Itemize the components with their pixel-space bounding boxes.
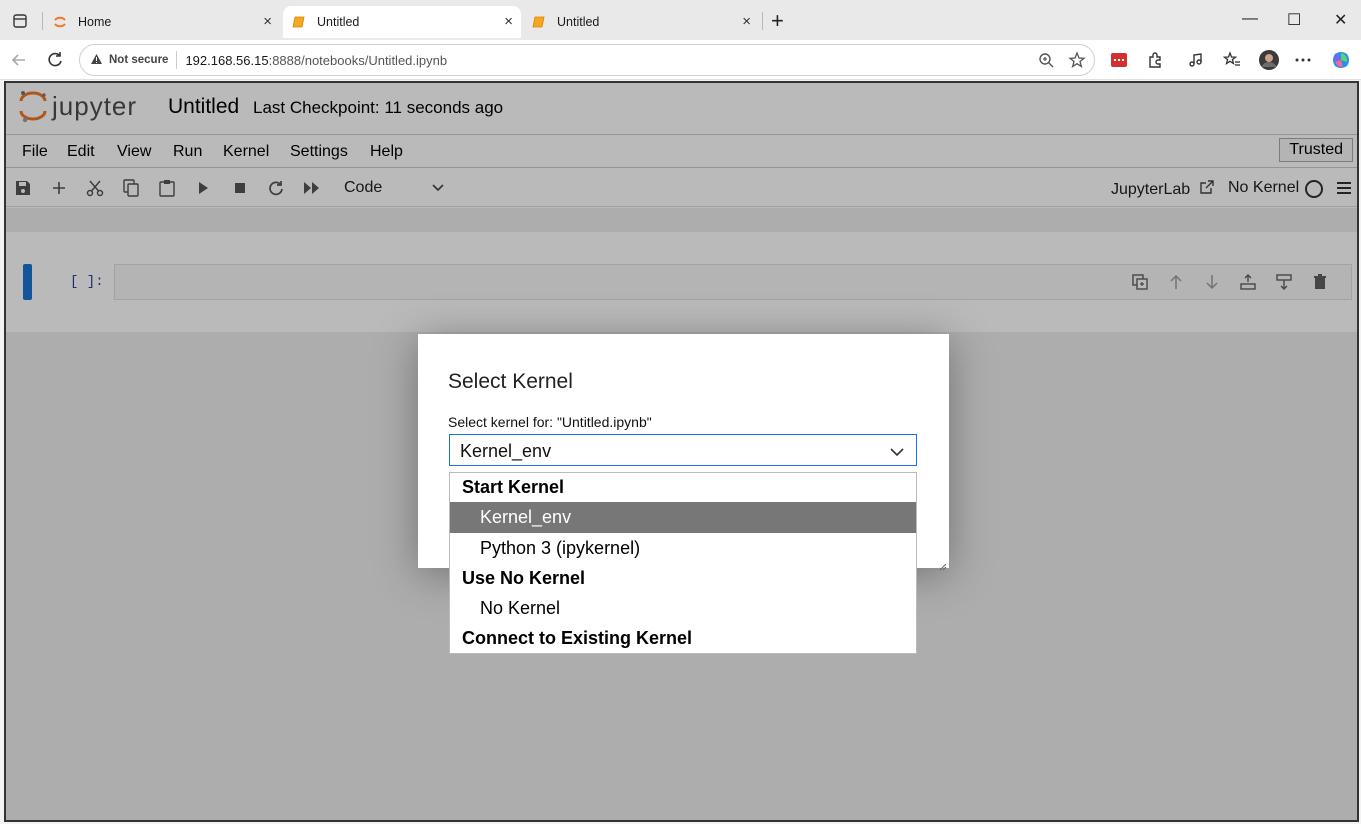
zoom-icon[interactable] xyxy=(1034,48,1058,72)
security-indicator[interactable]: Not secure xyxy=(90,53,168,68)
tab-strip: Home × Untitled × Untitled × + — ☐ ✕ xyxy=(0,0,1361,42)
option-python3[interactable]: Python 3 (ipykernel) xyxy=(450,533,916,564)
tab-close-icon[interactable]: × xyxy=(504,14,513,30)
jupyter-favicon-icon xyxy=(52,14,68,30)
url-text: 192.168.56.15:8888/notebooks/Untitled.ip… xyxy=(185,52,448,68)
warning-icon xyxy=(90,53,103,68)
notebook-favicon-icon xyxy=(531,14,547,30)
dialog-title: Select Kernel xyxy=(448,370,573,393)
favorite-star-icon[interactable] xyxy=(1065,48,1089,72)
tab-untitled[interactable]: Untitled × xyxy=(523,6,759,38)
dialog-label: Select kernel for: "Untitled.ipynb" xyxy=(448,414,652,430)
new-tab-button[interactable]: + xyxy=(771,8,784,34)
favorites-icon[interactable] xyxy=(1222,50,1242,70)
minimize-button[interactable]: — xyxy=(1242,10,1258,28)
tab-untitled-active[interactable]: Untitled × xyxy=(283,6,521,38)
jupyter-notebook-page: jupyter Untitled Last Checkpoint: 11 sec… xyxy=(4,81,1359,822)
tab-actions-icon[interactable] xyxy=(8,9,32,33)
option-kernel-env[interactable]: Kernel_env xyxy=(450,502,916,533)
back-icon[interactable] xyxy=(7,48,31,72)
tab-title: Home xyxy=(78,15,112,29)
close-window-button[interactable]: ✕ xyxy=(1334,10,1347,30)
extensions-puzzle-icon[interactable] xyxy=(1145,50,1165,70)
kernel-options-list: Start Kernel Kernel_env Python 3 (ipyker… xyxy=(449,472,917,654)
notebook-favicon-icon xyxy=(291,14,307,30)
kernel-select[interactable]: Kernel_env xyxy=(449,434,917,466)
chevron-down-icon xyxy=(890,444,904,462)
tab-close-icon[interactable]: × xyxy=(263,14,272,30)
address-toolbar: Not secure 192.168.56.15:8888/notebooks/… xyxy=(0,40,1361,80)
media-control-icon[interactable] xyxy=(1186,50,1206,70)
profile-avatar[interactable] xyxy=(1257,48,1281,72)
tab-title: Untitled xyxy=(317,15,360,29)
browser-window: Home × Untitled × Untitled × + — ☐ ✕ Not… xyxy=(0,0,1361,824)
option-group-connect-existing: Connect to Existing Kernel xyxy=(462,628,693,648)
tab-close-icon[interactable]: × xyxy=(742,14,751,30)
kernel-select-value: Kernel_env xyxy=(460,441,552,461)
copilot-icon[interactable] xyxy=(1331,50,1351,70)
tab-home[interactable]: Home × xyxy=(44,6,280,38)
tab-title: Untitled xyxy=(557,15,600,29)
extension-red-icon[interactable] xyxy=(1109,50,1129,70)
resize-handle-icon[interactable] xyxy=(939,558,947,571)
option-group-no-kernel: Use No Kernel xyxy=(462,568,586,588)
option-group-start-kernel: Start Kernel xyxy=(462,477,565,497)
more-menu-icon[interactable] xyxy=(1293,50,1313,70)
address-bar[interactable]: Not secure 192.168.56.15:8888/notebooks/… xyxy=(79,44,1095,76)
maximize-button[interactable]: ☐ xyxy=(1287,10,1301,30)
option-no-kernel[interactable]: No Kernel xyxy=(450,593,916,624)
reload-icon[interactable] xyxy=(43,48,67,72)
